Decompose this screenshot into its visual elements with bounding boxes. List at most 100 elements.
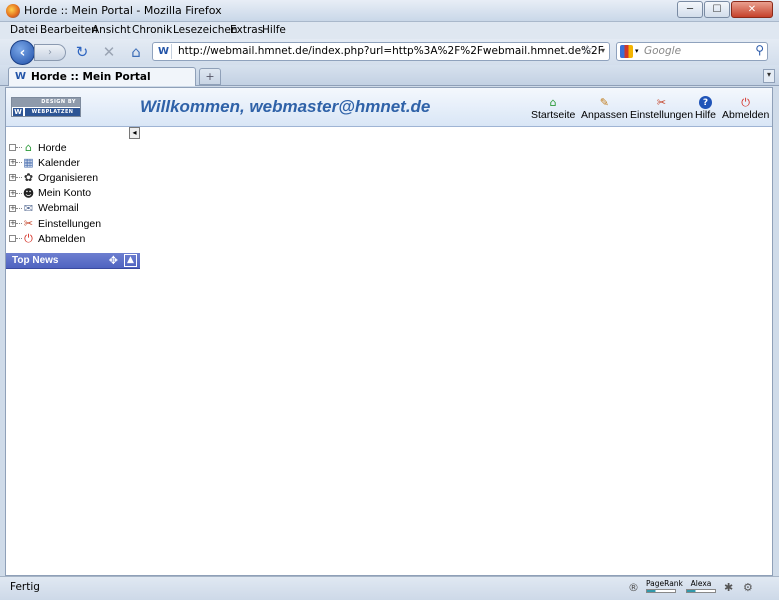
- logo-webplatzen: WEBPLATZEN: [25, 108, 80, 116]
- bookmark-star-icon[interactable]: ☆: [581, 43, 593, 58]
- menu-lesezeichen[interactable]: Lesezeichen: [173, 24, 238, 36]
- reload-icon[interactable]: ↻: [73, 43, 91, 61]
- menu-datei[interactable]: Datei: [10, 24, 38, 36]
- settings-icon: ✂: [656, 96, 667, 109]
- navigation-toolbar: ‹ › ↻ ✕ ⌂ W http://webmail.hmnet.de/inde…: [0, 39, 779, 65]
- topnav-label: Startseite: [531, 109, 576, 121]
- search-engine-dropdown-icon[interactable]: ▾: [635, 47, 639, 55]
- horde-header: DESIGN BY W WEBPLATZEN Willkommen, webma…: [6, 88, 772, 127]
- window-titlebar: Horde :: Mein Portal - Mozilla Firefox ─…: [0, 0, 779, 22]
- sidebar-item-label: Abmelden: [38, 232, 86, 245]
- search-input[interactable]: Google: [644, 45, 681, 57]
- logout-icon: ⏻: [741, 95, 750, 109]
- topnav-label: Einstellungen: [630, 109, 694, 121]
- block-settings-icon[interactable]: ✥: [109, 254, 118, 267]
- addon-icon[interactable]: ®: [628, 581, 639, 594]
- tab-horde-mein-portal[interactable]: W Horde :: Mein Portal: [8, 67, 196, 86]
- tab-bar: W Horde :: Mein Portal + ▾: [0, 65, 779, 86]
- menu-bar: Datei Bearbeiten Ansicht Chronik Lesezei…: [0, 22, 779, 39]
- topnav-startseite[interactable]: ⌂ Startseite: [531, 96, 575, 121]
- topnav-label: Hilfe: [695, 109, 717, 121]
- sidebar-item-organisieren[interactable]: + ✿ Organisieren: [9, 170, 101, 185]
- tree-expander: [9, 144, 16, 152]
- tree-expander[interactable]: +: [9, 174, 16, 182]
- sidebar-item-webmail[interactable]: + ✉ Webmail: [9, 201, 101, 216]
- tab-list-button[interactable]: ▾: [763, 69, 775, 83]
- webplatzen-logo[interactable]: DESIGN BY W WEBPLATZEN: [11, 97, 81, 117]
- calendar-icon: ▦: [23, 156, 34, 170]
- tree-expander[interactable]: +: [9, 159, 16, 167]
- bug-icon[interactable]: ✱: [724, 581, 733, 594]
- tree-expander: [9, 235, 16, 243]
- alexa-label: Alexa: [690, 579, 712, 588]
- top-news-title: Top News: [12, 255, 59, 266]
- sidebar-item-label: Kalender: [38, 156, 81, 169]
- sidebar-item-einstellungen[interactable]: + ✂ Einstellungen: [9, 216, 101, 231]
- search-icon[interactable]: ⚲: [755, 43, 764, 57]
- tree-expander[interactable]: +: [9, 220, 16, 228]
- pagerank-bar: [646, 589, 676, 593]
- maximize-button[interactable]: ☐: [704, 1, 730, 18]
- status-bar: Fertig ® PageRank Alexa ✱ ⚙: [0, 576, 779, 600]
- menu-bearbeiten[interactable]: Bearbeiten: [40, 24, 98, 36]
- firefox-icon: [6, 4, 20, 18]
- minimize-button[interactable]: ─: [677, 1, 703, 18]
- sidebar-item-horde[interactable]: ⌂ Horde: [9, 140, 101, 155]
- sidebar-tree: ⌂ Horde + ▦ Kalender + ✿ Organisieren + …: [9, 140, 101, 246]
- back-button[interactable]: ‹: [10, 40, 35, 65]
- window-title: Horde :: Mein Portal - Mozilla Firefox: [24, 4, 222, 17]
- new-tab-button[interactable]: +: [199, 68, 221, 85]
- menu-chronik[interactable]: Chronik: [132, 24, 172, 36]
- sidebar-toggle-icon[interactable]: ◂: [129, 127, 140, 139]
- customize-icon: ✎: [599, 96, 609, 109]
- home-icon: ⌂: [549, 96, 557, 109]
- gear-icon[interactable]: ⚙: [743, 581, 753, 594]
- block-collapse-icon[interactable]: ▲: [124, 254, 137, 267]
- sidebar-item-mein-konto[interactable]: + ☻ Mein Konto: [9, 186, 101, 201]
- alexa-bar: [686, 589, 716, 593]
- organize-icon: ✿: [23, 171, 34, 185]
- search-engine-icon[interactable]: [620, 45, 633, 58]
- topnav-anpassen[interactable]: ✎ Anpassen: [581, 96, 628, 121]
- home-icon[interactable]: ⌂: [127, 43, 145, 61]
- help-icon: ?: [699, 96, 712, 109]
- menu-ansicht[interactable]: Ansicht: [92, 24, 131, 36]
- close-button[interactable]: ✕: [731, 1, 773, 18]
- alexa-widget[interactable]: Alexa: [686, 579, 716, 593]
- site-identity-icon[interactable]: W: [156, 44, 172, 59]
- sidebar-item-kalender[interactable]: + ▦ Kalender: [9, 155, 101, 170]
- topnav-hilfe[interactable]: ? Hilfe: [695, 96, 716, 121]
- logout-icon: ⏻: [24, 231, 33, 245]
- page-content: DESIGN BY W WEBPLATZEN Willkommen, webma…: [5, 87, 773, 576]
- tab-label: Horde :: Mein Portal: [31, 71, 151, 83]
- menu-hilfe[interactable]: Hilfe: [262, 24, 286, 36]
- sidebar-item-label: Mein Konto: [38, 187, 92, 200]
- search-bar[interactable]: ▾ Google ⚲: [616, 42, 768, 61]
- pagerank-label: PageRank: [646, 579, 683, 588]
- url-input[interactable]: http://webmail.hmnet.de/index.php?url=ht…: [178, 45, 604, 57]
- menu-extras[interactable]: Extras: [230, 24, 263, 36]
- window-controls: ─ ☐ ✕: [677, 1, 773, 18]
- mail-icon: ✉: [23, 201, 34, 215]
- pagerank-widget[interactable]: PageRank: [646, 579, 683, 593]
- logo-w: W: [13, 108, 23, 116]
- forward-button[interactable]: ›: [34, 44, 66, 61]
- topnav-abmelden[interactable]: ⏻ Abmelden: [722, 95, 770, 122]
- welcome-message: Willkommen, webmaster@hmnet.de: [140, 97, 431, 116]
- account-icon: ☻: [22, 186, 35, 200]
- stop-icon[interactable]: ✕: [100, 43, 118, 61]
- tree-expander[interactable]: +: [9, 189, 16, 197]
- url-bar[interactable]: W http://webmail.hmnet.de/index.php?url=…: [152, 42, 610, 61]
- top-news-block-header: Top News ✥ ▲: [6, 253, 140, 269]
- topnav-label: Abmelden: [722, 109, 770, 121]
- sidebar-item-abmelden[interactable]: ⏻ Abmelden: [9, 231, 101, 246]
- url-dropdown-icon[interactable]: ▾: [601, 46, 605, 55]
- status-text: Fertig: [10, 581, 40, 593]
- tree-expander[interactable]: +: [9, 204, 16, 212]
- sidebar-item-label: Webmail: [38, 202, 79, 215]
- settings-icon: ✂: [23, 217, 34, 231]
- logo-design-by: DESIGN BY: [41, 99, 76, 105]
- topnav-einstellungen[interactable]: ✂ Einstellungen: [630, 96, 693, 121]
- horde-icon: ⌂: [25, 141, 32, 155]
- sidebar-item-label: Horde: [38, 141, 67, 154]
